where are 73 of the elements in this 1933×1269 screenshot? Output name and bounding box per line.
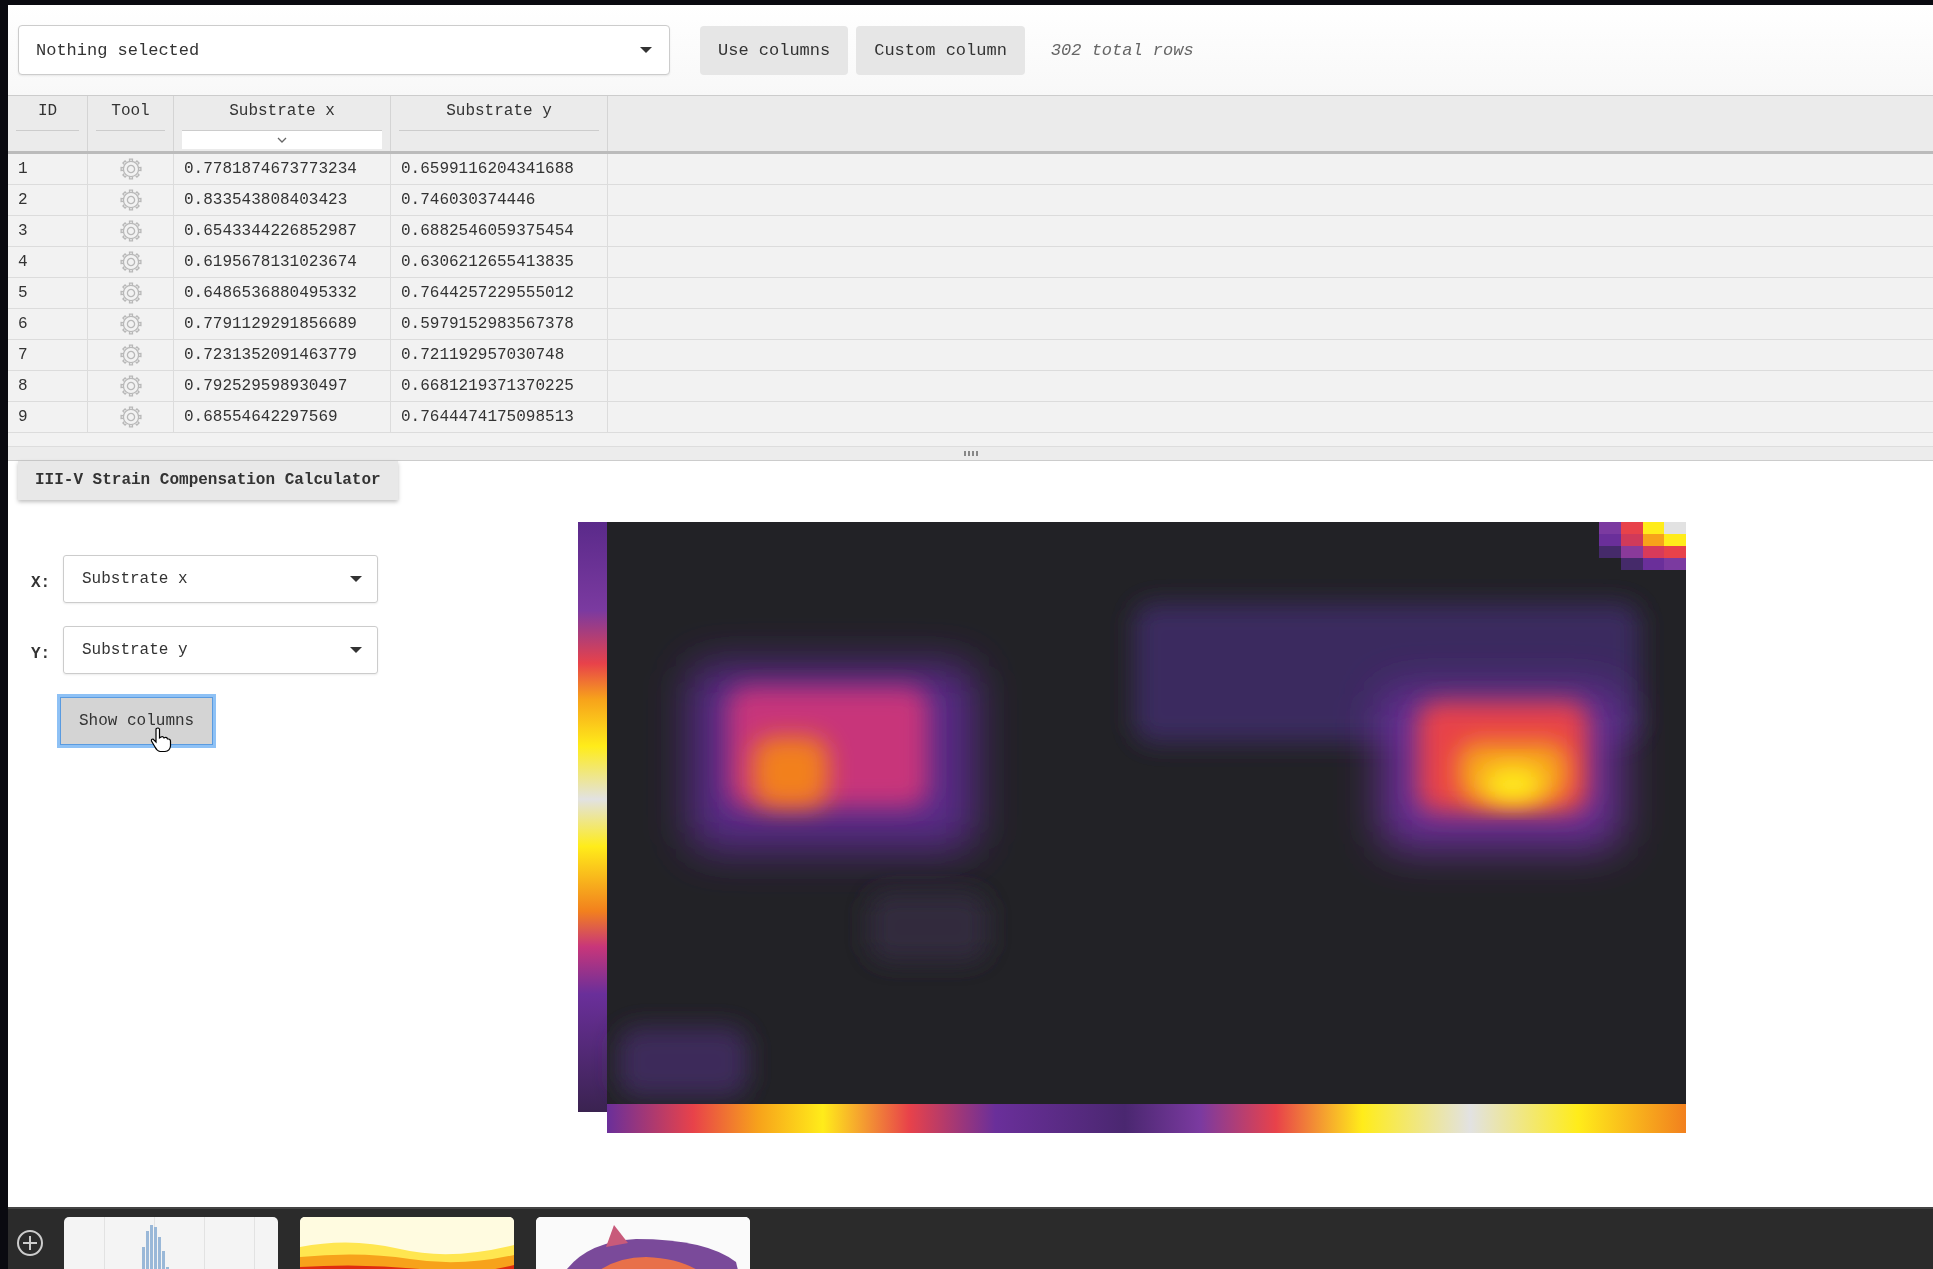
dataset-select[interactable]: Nothing selected bbox=[18, 25, 670, 75]
heatmap-cell bbox=[1643, 534, 1665, 546]
heatmap-cell bbox=[1621, 558, 1643, 570]
heatmap-cell bbox=[1643, 522, 1665, 534]
field-label: X: bbox=[31, 574, 52, 592]
row-id: 1 bbox=[18, 160, 28, 178]
heatmap-cell bbox=[1643, 546, 1665, 558]
table-cell: 0.6306212655413835 bbox=[401, 253, 574, 271]
table-cell: 0.6882546059375454 bbox=[401, 222, 574, 240]
gear-icon[interactable] bbox=[119, 189, 142, 211]
table-cell: 0.721192957030748 bbox=[401, 346, 565, 364]
heatmap-cell bbox=[1664, 546, 1686, 558]
column-header[interactable]: Tool bbox=[111, 102, 150, 124]
row-id: 8 bbox=[18, 377, 28, 395]
gear-icon[interactable] bbox=[119, 375, 142, 397]
heatmap-cell bbox=[1621, 522, 1643, 534]
heatmap-cell bbox=[1599, 534, 1621, 546]
caret-icon bbox=[349, 646, 363, 654]
table-cell: 0.6543344226852987 bbox=[184, 222, 357, 240]
row-id: 3 bbox=[18, 222, 28, 240]
table-cell: 0.6681219371370225 bbox=[401, 377, 574, 395]
toolbar-button[interactable]: Use columns bbox=[700, 25, 849, 75]
table-cell: 0.7644474175098513 bbox=[401, 408, 574, 426]
row-id: 6 bbox=[18, 315, 28, 333]
table-cell: 0.7231352091463779 bbox=[184, 346, 357, 364]
row-count: 302 total rows bbox=[1050, 40, 1194, 60]
filter-field[interactable] bbox=[182, 130, 382, 149]
caret-icon bbox=[349, 575, 363, 583]
heatmap-cell bbox=[1664, 522, 1686, 534]
heatmap-cell bbox=[1664, 534, 1686, 546]
gear-icon[interactable] bbox=[119, 158, 142, 180]
chevron-icon bbox=[277, 137, 287, 143]
row-id: 9 bbox=[18, 408, 28, 426]
heatmap-cell bbox=[1599, 546, 1621, 558]
table-cell: 0.7644257229555012 bbox=[401, 284, 574, 302]
table-cell: 0.5979152983567378 bbox=[401, 315, 574, 333]
column-select[interactable]: Substrate y bbox=[63, 626, 378, 674]
table-cell: 0.7781874673773234 bbox=[184, 160, 357, 178]
table-cell: 0.746030374446 bbox=[401, 191, 536, 209]
gear-icon[interactable] bbox=[119, 344, 142, 366]
gear-icon[interactable] bbox=[119, 406, 142, 428]
column-header[interactable]: ID bbox=[37, 102, 58, 124]
gear-icon[interactable] bbox=[119, 313, 142, 335]
resize-handle[interactable] bbox=[963, 451, 978, 456]
heatmap-cell bbox=[1664, 558, 1686, 570]
add-icon[interactable] bbox=[16, 1229, 44, 1257]
caret-icon bbox=[639, 46, 653, 54]
gear-icon[interactable] bbox=[119, 282, 142, 304]
toolbar-button[interactable]: Custom column bbox=[856, 25, 1025, 75]
table-cell: 0.7791129291856689 bbox=[184, 315, 357, 333]
heatmap-cell bbox=[1599, 522, 1621, 534]
gear-icon[interactable] bbox=[119, 251, 142, 273]
table-cell: 0.833543808403423 bbox=[184, 191, 348, 209]
heatmap-cell bbox=[1621, 534, 1643, 546]
gear-icon[interactable] bbox=[119, 220, 142, 242]
show-columns-button[interactable]: Show columns bbox=[60, 697, 214, 745]
tab[interactable]: III-V Strain Compensation Calculator bbox=[18, 461, 398, 500]
column-header[interactable]: Substrate y bbox=[446, 102, 552, 124]
heatmap-cell bbox=[1643, 558, 1665, 570]
column-select[interactable]: Substrate x bbox=[63, 555, 378, 603]
table-cell: 0.792529598930497 bbox=[184, 377, 348, 395]
row-id: 5 bbox=[18, 284, 28, 302]
table-cell: 0.6195678131023674 bbox=[184, 253, 357, 271]
row-id: 7 bbox=[18, 346, 28, 364]
table-cell: 0.6599116204341688 bbox=[401, 160, 574, 178]
hand-cursor-icon bbox=[150, 727, 172, 753]
column-header[interactable]: Substrate x bbox=[229, 102, 335, 124]
field-label: Y: bbox=[31, 645, 52, 663]
row-id: 4 bbox=[18, 253, 28, 271]
heatmap-cell bbox=[1621, 546, 1643, 558]
table-cell: 0.6486536880495332 bbox=[184, 284, 357, 302]
table-cell: 0.68554642297569 bbox=[184, 408, 338, 426]
row-id: 2 bbox=[18, 191, 28, 209]
